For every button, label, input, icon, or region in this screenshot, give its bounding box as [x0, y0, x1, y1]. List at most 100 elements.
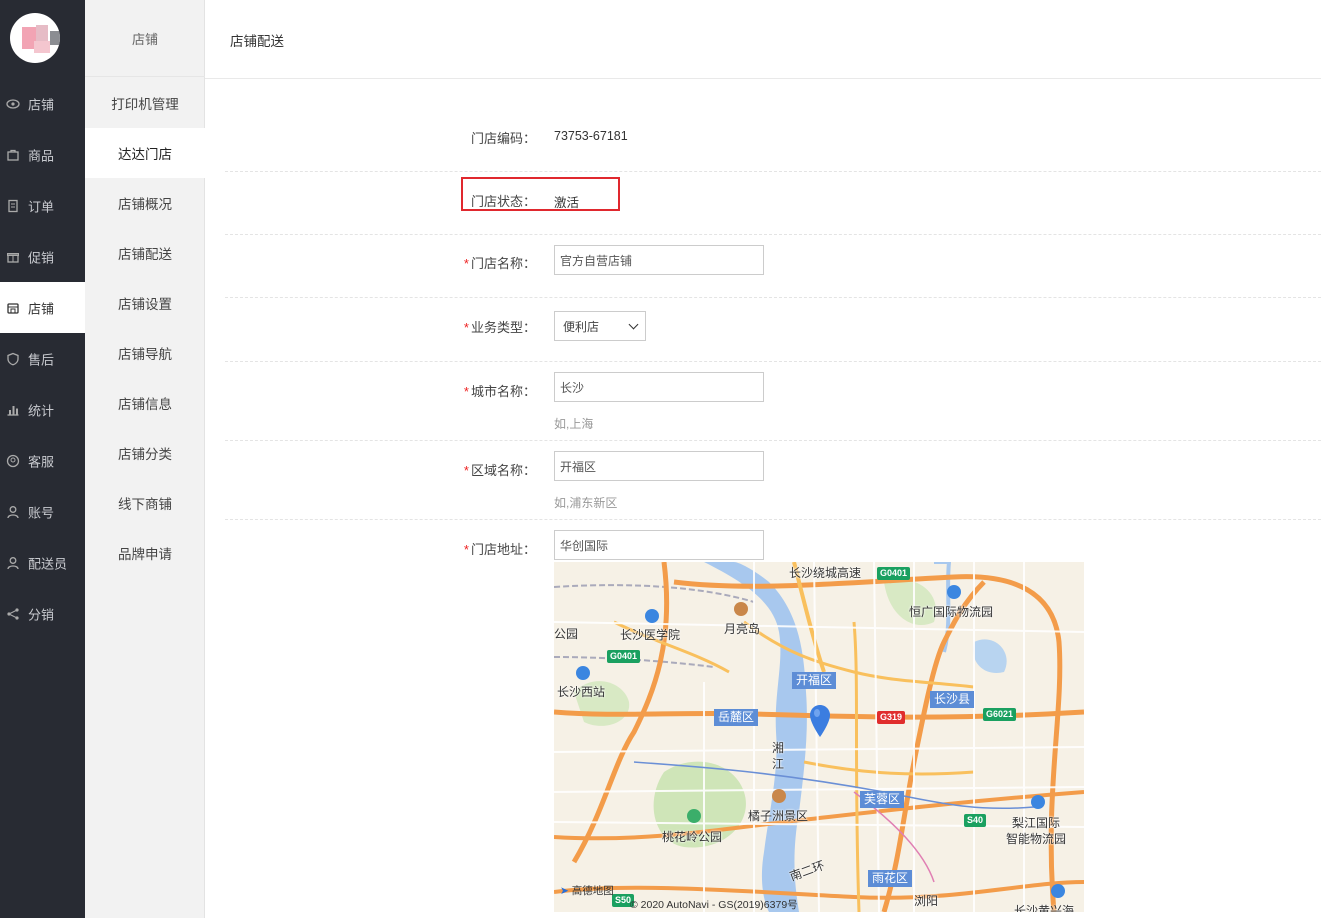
subnav-item-offline-store[interactable]: 线下商铺	[85, 478, 205, 528]
chevron-down-icon	[628, 319, 639, 330]
poi-icon	[645, 609, 659, 623]
divider	[225, 297, 1321, 298]
poi-icon	[576, 666, 590, 680]
sidebar-item-after-sales[interactable]: 售后	[0, 333, 85, 384]
required-mark: *	[463, 256, 469, 271]
map-label: 梨江国际	[1012, 816, 1061, 830]
subnav-item-printer[interactable]: 打印机管理	[85, 78, 205, 128]
highway-shield: G319	[877, 711, 906, 724]
poi-icon	[687, 809, 701, 823]
subnav-title: 店铺	[85, 0, 205, 77]
required-mark: *	[463, 320, 469, 335]
sidebar-item-label: 售后	[28, 352, 55, 367]
city-input[interactable]	[554, 372, 764, 402]
poi-icon	[772, 789, 786, 803]
sidebar-item-statistics[interactable]: 统计	[0, 384, 85, 435]
divider	[225, 440, 1321, 441]
subnav-item-settings[interactable]: 店铺设置	[85, 278, 205, 328]
map-label: 桃花岭公园	[662, 830, 723, 844]
page-header: 店铺配送	[205, 0, 1321, 79]
poi-icon	[734, 602, 748, 616]
gift-icon	[7, 252, 19, 263]
map-copyright: © 2020 AutoNavi - GS(2019)6379号	[630, 899, 798, 911]
sidebar-item-label: 店铺	[28, 301, 55, 316]
main-sidebar: 店铺 商品 订单 促销 店铺 售后 统计 客服 账号 配送员 分销	[0, 0, 85, 918]
headset-icon	[6, 454, 20, 467]
district-hint: 如,浦东新区	[554, 496, 618, 510]
highway-shield: G0401	[607, 650, 641, 663]
divider	[225, 234, 1321, 235]
store-location-map[interactable]: 长沙绕城高速 长沙医学院 月亮岛 恒广国际物流园 公园 长沙西站 湘 江 橘子洲…	[554, 562, 1084, 912]
required-mark: *	[463, 384, 469, 399]
subnav-item-navigation[interactable]: 店铺导航	[85, 328, 205, 378]
courier-icon	[7, 556, 19, 569]
district-tag: 长沙县	[930, 691, 975, 708]
sidebar-item-distribution[interactable]: 分销	[0, 588, 85, 639]
sidebar-item-label: 店铺	[28, 97, 55, 112]
biz-type-label: * 业务类型：	[463, 320, 536, 335]
district-input[interactable]	[554, 451, 764, 481]
store-name-input[interactable]	[554, 245, 764, 275]
divider	[225, 361, 1321, 362]
map-label: 长沙绕城高速	[789, 566, 862, 580]
district-tag: 岳麓区	[714, 709, 759, 726]
poi-icon	[947, 585, 961, 599]
sidebar-item-goods[interactable]: 商品	[0, 129, 85, 180]
biz-type-selected: 便利店	[563, 319, 600, 334]
map-brand: ➤ 高德地图	[560, 885, 614, 897]
map-label: 长沙医学院	[620, 628, 681, 642]
sidebar-item-label: 客服	[28, 454, 55, 469]
subnav-item-dada-store[interactable]: 达达门店	[85, 128, 205, 178]
highway-shield: S40	[964, 814, 987, 827]
city-hint: 如,上海	[554, 417, 594, 431]
avatar[interactable]	[10, 13, 60, 63]
store-code-value: 73753-67181	[554, 129, 628, 143]
map-label: 橘子洲景区	[748, 809, 809, 823]
store-subnav: 店铺 打印机管理 达达门店 店铺概况 店铺配送 店铺设置 店铺导航 店铺信息 店…	[85, 0, 205, 918]
store-status-label: 门店状态：	[470, 194, 536, 209]
poi-icon	[1051, 884, 1065, 898]
subnav-item-delivery[interactable]: 店铺配送	[85, 228, 205, 278]
map-label: 湘	[772, 741, 785, 755]
subnav-item-brand-apply[interactable]: 品牌申请	[85, 528, 205, 578]
sidebar-item-store-overview[interactable]: 店铺	[0, 78, 85, 129]
document-icon	[8, 199, 18, 212]
map-label: 公园	[554, 627, 579, 641]
location-pin-icon[interactable]	[809, 704, 831, 738]
user-icon	[7, 505, 19, 518]
sidebar-item-store[interactable]: 店铺	[0, 282, 85, 333]
subnav-item-category[interactable]: 店铺分类	[85, 428, 205, 478]
address-input[interactable]	[554, 530, 764, 560]
highway-shield: G0401	[877, 567, 911, 580]
sidebar-item-customer-service[interactable]: 客服	[0, 435, 85, 486]
sidebar-item-label: 统计	[28, 403, 55, 418]
required-mark: *	[463, 463, 469, 478]
share-icon	[7, 607, 19, 620]
sidebar-item-orders[interactable]: 订单	[0, 180, 85, 231]
bag-icon	[7, 149, 19, 161]
biz-type-select[interactable]: 便利店	[554, 311, 646, 341]
sidebar-item-label: 促销	[28, 250, 55, 265]
subnav-item-info[interactable]: 店铺信息	[85, 378, 205, 428]
city-label: * 城市名称：	[463, 384, 536, 399]
shield-icon	[7, 352, 19, 365]
navigation-arrow-icon: ➤	[560, 885, 569, 897]
sidebar-item-couriers[interactable]: 配送员	[0, 537, 85, 588]
sidebar-item-label: 配送员	[28, 556, 68, 571]
divider	[225, 519, 1321, 520]
bar-chart-icon	[7, 405, 19, 416]
map-label: 江	[772, 757, 785, 771]
store-icon	[7, 302, 19, 314]
sidebar-item-label: 商品	[28, 148, 55, 163]
highway-shield: G6021	[983, 708, 1017, 721]
map-label: 恒广国际物流园	[909, 605, 994, 619]
page-title: 店铺配送	[230, 34, 284, 49]
eye-icon	[6, 98, 20, 109]
sidebar-item-promotions[interactable]: 促销	[0, 231, 85, 282]
subnav-item-overview[interactable]: 店铺概况	[85, 178, 205, 228]
sidebar-item-account[interactable]: 账号	[0, 486, 85, 537]
map-label: 长沙西站	[557, 685, 606, 699]
map-label: 智能物流园	[1006, 832, 1067, 846]
address-label: * 门店地址：	[463, 542, 536, 557]
required-mark: *	[463, 542, 469, 557]
